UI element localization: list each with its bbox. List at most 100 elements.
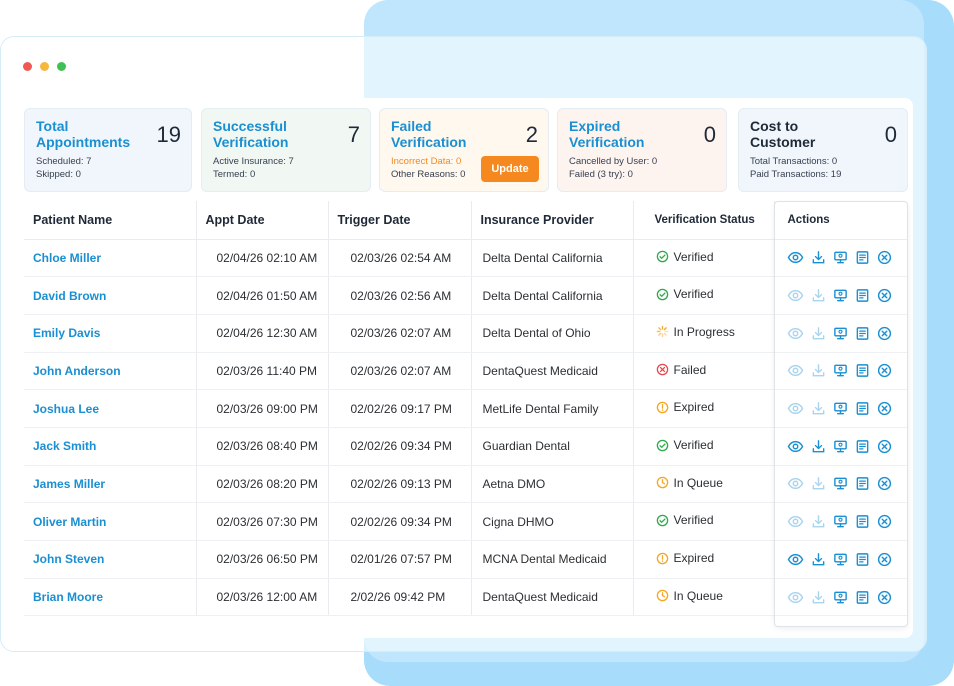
patient-name-cell[interactable]: Oliver Martin xyxy=(24,502,197,541)
eye-icon[interactable] xyxy=(787,326,804,341)
status-badge: Expired xyxy=(656,551,714,565)
trigger-date-cell: 2/02/26 09:42 PM xyxy=(328,578,472,617)
patient-name-cell[interactable]: Emily Davis xyxy=(24,314,197,353)
document-icon[interactable] xyxy=(855,250,870,265)
monitor-icon[interactable] xyxy=(833,288,848,303)
download-icon[interactable] xyxy=(811,250,826,265)
eye-icon[interactable] xyxy=(787,401,804,416)
table-row[interactable]: John Anderson 02/03/26 11:40 PM 02/03/26 0… xyxy=(24,352,908,391)
table-row[interactable]: Brian Moore 02/03/26 12:00 AM 2/02/26 09:4… xyxy=(24,578,908,617)
actions-cell xyxy=(774,427,908,466)
successful-verification-card: Successful Verification 7 Active Insurance… xyxy=(201,108,371,192)
document-icon[interactable] xyxy=(855,476,870,491)
patient-name-cell[interactable]: Joshua Lee xyxy=(24,389,197,428)
actions-cell xyxy=(774,540,908,579)
patient-name-cell[interactable]: John Steven xyxy=(24,540,197,579)
close-circle-icon[interactable] xyxy=(877,250,892,265)
download-icon[interactable] xyxy=(811,288,826,303)
header-patient-name[interactable]: Patient Name xyxy=(24,201,197,240)
header-verification-status[interactable]: Verification Status xyxy=(633,201,775,240)
close-circle-icon[interactable] xyxy=(877,514,892,529)
card-title: Cost to Customer xyxy=(750,118,816,150)
patient-name-cell[interactable]: Jack Smith xyxy=(24,427,197,466)
card-detail: Scheduled: 7 xyxy=(36,156,92,167)
table-row[interactable]: John Steven 02/03/26 06:50 PM 02/01/26 07:… xyxy=(24,540,908,579)
close-circle-icon[interactable] xyxy=(877,288,892,303)
eye-icon[interactable] xyxy=(787,590,804,605)
monitor-icon[interactable] xyxy=(833,439,848,454)
document-icon[interactable] xyxy=(855,363,870,378)
card-value: 7 xyxy=(347,122,360,147)
eye-icon[interactable] xyxy=(787,514,804,529)
maximize-dot[interactable] xyxy=(57,62,66,71)
document-icon[interactable] xyxy=(855,326,870,341)
patient-name-cell[interactable]: John Anderson xyxy=(24,352,197,391)
monitor-icon[interactable] xyxy=(833,363,848,378)
table-row[interactable]: Jack Smith 02/03/26 08:40 PM 02/02/26 09:3… xyxy=(24,427,908,466)
patient-name-cell[interactable]: Brian Moore xyxy=(24,578,197,617)
document-icon[interactable] xyxy=(855,401,870,416)
eye-icon[interactable] xyxy=(787,552,804,567)
card-detail: Other Reasons: 0 xyxy=(391,169,466,180)
close-circle-icon[interactable] xyxy=(877,590,892,605)
patient-name-cell[interactable]: David Brown xyxy=(24,276,197,315)
status-label: Verified xyxy=(673,249,714,264)
download-icon[interactable] xyxy=(811,363,826,378)
download-icon[interactable] xyxy=(811,439,826,454)
close-dot[interactable] xyxy=(23,62,32,71)
eye-icon[interactable] xyxy=(787,363,804,378)
download-icon[interactable] xyxy=(811,326,826,341)
appt-date-cell: 02/04/26 01:50 AM xyxy=(196,276,329,315)
minimize-dot[interactable] xyxy=(40,62,49,71)
close-circle-icon[interactable] xyxy=(877,476,892,491)
header-insurance-provider[interactable]: Insurance Provider xyxy=(471,201,634,240)
patient-name-cell[interactable]: Chloe Miller xyxy=(24,239,197,278)
eye-icon[interactable] xyxy=(787,476,804,491)
download-icon[interactable] xyxy=(811,401,826,416)
card-detail: Cancelled by User: 0 xyxy=(569,156,658,167)
monitor-icon[interactable] xyxy=(833,552,848,567)
table-row[interactable]: Oliver Martin 02/03/26 07:30 PM 02/02/26 0… xyxy=(24,502,908,541)
header-actions[interactable]: Actions xyxy=(774,201,908,240)
download-icon[interactable] xyxy=(811,514,826,529)
eye-icon[interactable] xyxy=(787,439,804,454)
table-row[interactable]: Emily Davis 02/04/26 12:30 AM 02/03/26 02:… xyxy=(24,314,908,353)
monitor-icon[interactable] xyxy=(833,401,848,416)
download-icon[interactable] xyxy=(811,590,826,605)
document-icon[interactable] xyxy=(855,552,870,567)
appt-date-cell: 02/03/26 08:20 PM xyxy=(196,465,329,504)
table-row[interactable]: James Miller 02/03/26 08:20 PM 02/02/26 09… xyxy=(24,465,908,504)
document-icon[interactable] xyxy=(855,514,870,529)
close-circle-icon[interactable] xyxy=(877,439,892,454)
card-value: 0 xyxy=(884,122,897,147)
close-circle-icon[interactable] xyxy=(877,363,892,378)
monitor-icon[interactable] xyxy=(833,250,848,265)
monitor-icon[interactable] xyxy=(833,590,848,605)
status-badge: Verified xyxy=(656,287,714,301)
header-appt-date[interactable]: Appt Date xyxy=(196,201,329,240)
eye-icon[interactable] xyxy=(787,250,804,265)
table-row[interactable]: David Brown 02/04/26 01:50 AM 02/03/26 02:… xyxy=(24,276,908,315)
close-circle-icon[interactable] xyxy=(877,401,892,416)
patient-name-cell[interactable]: James Miller xyxy=(24,465,197,504)
table-row[interactable]: Joshua Lee 02/03/26 09:00 PM 02/02/26 09:1… xyxy=(24,389,908,428)
document-icon[interactable] xyxy=(855,288,870,303)
close-circle-icon[interactable] xyxy=(877,552,892,567)
card-detail: Termed: 0 xyxy=(213,169,256,180)
update-button[interactable]: Update xyxy=(481,156,539,182)
document-icon[interactable] xyxy=(855,439,870,454)
actions-cell xyxy=(774,239,908,278)
status-badge: Failed xyxy=(656,363,706,377)
download-icon[interactable] xyxy=(811,552,826,567)
download-icon[interactable] xyxy=(811,476,826,491)
eye-icon[interactable] xyxy=(787,288,804,303)
header-trigger-date[interactable]: Trigger Date xyxy=(328,201,472,240)
table-row[interactable]: Chloe Miller 02/04/26 02:10 AM 02/03/26 02… xyxy=(24,239,908,278)
trigger-date-cell: 02/01/26 07:57 PM xyxy=(328,540,472,579)
close-circle-icon[interactable] xyxy=(877,326,892,341)
monitor-icon[interactable] xyxy=(833,476,848,491)
appt-date-cell: 02/04/26 12:30 AM xyxy=(196,314,329,353)
monitor-icon[interactable] xyxy=(833,514,848,529)
document-icon[interactable] xyxy=(855,590,870,605)
monitor-icon[interactable] xyxy=(833,326,848,341)
